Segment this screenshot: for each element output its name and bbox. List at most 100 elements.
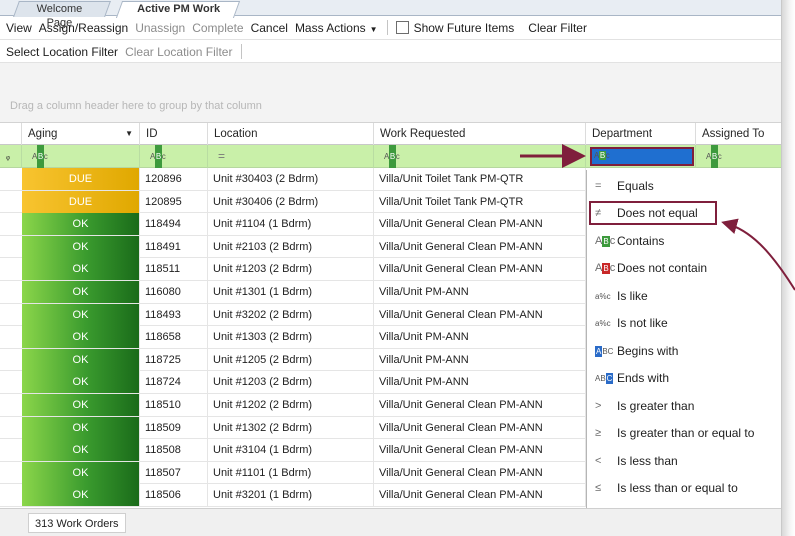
column-header-id[interactable]: ID [140, 123, 208, 145]
row-selector[interactable] [0, 417, 22, 439]
row-selector[interactable] [0, 439, 22, 461]
aging-filter-cell[interactable]: ABc [22, 145, 140, 168]
location-cell: Unit #1203 (2 Bdrm) [208, 371, 374, 394]
column-header-assigned-to[interactable]: Assigned To [696, 123, 781, 145]
equals-icon[interactable]: = [218, 149, 225, 163]
filter-operator-ends-with[interactable]: ABC Ends with [587, 365, 781, 393]
row-selector[interactable] [0, 281, 22, 303]
contains-icon[interactable]: ABc [32, 145, 48, 168]
row-selector[interactable] [0, 349, 22, 371]
table-row[interactable]: OK 118491 Unit #2103 (2 Bdrm) Villa/Unit Ge… [0, 235, 586, 259]
row-selector[interactable] [0, 191, 22, 213]
location-filter-cell[interactable]: = [208, 145, 374, 168]
table-row[interactable]: OK 118511 Unit #1203 (2 Bdrm) Villa/Unit Ge… [0, 258, 586, 281]
id-cell: 120896 [140, 168, 208, 190]
group-by-panel[interactable]: Drag a column header here to group by th… [0, 63, 781, 122]
sort-dropdown-icon[interactable]: ▼ [125, 123, 133, 145]
row-selector[interactable] [0, 462, 22, 484]
department-filter-input[interactable]: ABc [590, 147, 694, 166]
row-selector[interactable] [0, 213, 22, 235]
column-header-department[interactable]: Department [586, 123, 696, 145]
filter-operator-less-than[interactable]: < Is less than [587, 447, 781, 475]
table-row[interactable]: DUE 120896 Unit #30403 (2 Bdrm) Villa/Unit … [0, 168, 586, 191]
column-header-location[interactable]: Location [208, 123, 374, 145]
work-requested-cell: Villa/Unit General Clean PM-ANN [374, 394, 586, 416]
filter-operator-is-like[interactable]: a%c Is like [587, 282, 781, 310]
row-selector[interactable] [0, 236, 22, 258]
location-cell: Unit #3104 (1 Bdrm) [208, 439, 374, 462]
id-cell: 120895 [140, 190, 208, 213]
column-header-work-requested[interactable]: Work Requested [374, 123, 586, 145]
contains-icon[interactable]: ABc [384, 145, 400, 168]
window-shadow [782, 0, 795, 536]
assigned-to-filter-cell[interactable]: ABc [696, 145, 781, 168]
location-cell: Unit #3201 (1 Bdrm) [208, 484, 374, 507]
work-requested-cell: Villa/Unit PM-ANN [374, 326, 586, 349]
select-location-filter-button[interactable]: Select Location Filter [6, 45, 118, 59]
table-row[interactable]: OK 116080 Unit #1301 (1 Bdrm) Villa/Unit PM… [0, 281, 586, 304]
column-header-aging[interactable]: Aging ▼ [22, 123, 140, 145]
show-future-items-checkbox[interactable] [395, 21, 409, 34]
contains-icon[interactable]: ABc [706, 145, 722, 168]
contains-icon[interactable]: ABc [594, 151, 610, 160]
view-button[interactable]: View [6, 21, 32, 35]
filter-operator-contains[interactable]: ABc Contains [587, 227, 781, 255]
row-selector[interactable] [0, 371, 22, 393]
filter-operator-is-not-like[interactable]: a%c Is not like [587, 310, 781, 338]
location-cell: Unit #2103 (2 Bdrm) [208, 235, 374, 258]
filter-operator-less-equal[interactable]: ≤ Is less than or equal to [587, 475, 781, 503]
work-requested-filter-cell[interactable]: ABc [374, 145, 586, 168]
complete-button[interactable]: Complete [192, 21, 243, 35]
tab-welcome-page[interactable]: Welcome Page [13, 1, 111, 29]
column-header-label: Aging [28, 128, 58, 140]
work-requested-cell: Villa/Unit General Clean PM-ANN [374, 484, 586, 507]
contains-icon[interactable]: ABc [150, 145, 166, 168]
table-row[interactable]: OK 118725 Unit #1205 (2 Bdrm) Villa/Unit PM… [0, 348, 586, 372]
id-cell: 118491 [140, 235, 208, 258]
id-cell: 118507 [140, 461, 208, 484]
location-cell: Unit #1302 (2 Bdrm) [208, 416, 374, 439]
table-row[interactable]: OK 118724 Unit #1203 (2 Bdrm) Villa/Unit PM… [0, 371, 586, 394]
app-window: Welcome Page Active PM Work View Assign/… [0, 0, 782, 536]
row-selector[interactable] [0, 326, 22, 348]
table-row[interactable]: OK 118506 Unit #3201 (1 Bdrm) Villa/Unit Ge… [0, 484, 586, 507]
row-selector[interactable] [0, 394, 22, 416]
id-filter-cell[interactable]: ABc [140, 145, 208, 168]
row-selector[interactable] [0, 258, 22, 280]
table-row[interactable]: OK 118509 Unit #1302 (2 Bdrm) Villa/Unit Ge… [0, 416, 586, 440]
aging-cell: OK [22, 258, 140, 281]
table-row[interactable]: OK 118507 Unit #1101 (1 Bdrm) Villa/Unit Ge… [0, 461, 586, 485]
mass-actions-dropdown[interactable]: Mass Actions ▼ [295, 21, 378, 35]
table-row[interactable]: OK 118658 Unit #1303 (2 Bdrm) Villa/Unit PM… [0, 326, 586, 349]
work-requested-cell: Villa/Unit PM-ANN [374, 371, 586, 394]
aging-cell: OK [22, 303, 140, 326]
equals-icon: = [595, 179, 602, 192]
filter-operator-greater-than[interactable]: > Is greater than [587, 392, 781, 420]
filter-operator-does-not-contain[interactable]: ABc Does not contain [587, 255, 781, 283]
greater-than-icon: > [595, 399, 602, 412]
row-indicator-header [0, 123, 22, 145]
row-selector[interactable] [0, 484, 22, 506]
table-row[interactable]: OK 118510 Unit #1202 (2 Bdrm) Villa/Unit Ge… [0, 394, 586, 417]
row-selector[interactable] [0, 168, 22, 190]
show-future-items-label[interactable]: Show Future Items [414, 21, 515, 35]
unassign-button[interactable]: Unassign [135, 21, 185, 35]
filter-operator-begins-with[interactable]: ABC Begins with [587, 337, 781, 365]
filter-operator-equals[interactable]: = Equals [587, 172, 781, 200]
table-row[interactable]: OK 118494 Unit #1104 (1 Bdrm) Villa/Unit Ge… [0, 213, 586, 236]
clear-filter-button[interactable]: Clear Filter [528, 21, 587, 35]
toolbar-divider [386, 20, 388, 35]
table-row[interactable]: OK 118508 Unit #3104 (1 Bdrm) Villa/Unit Ge… [0, 439, 586, 462]
cancel-button[interactable]: Cancel [251, 21, 288, 35]
filter-operator-greater-equal[interactable]: ≥ Is greater than or equal to [587, 420, 781, 448]
row-selector[interactable] [0, 304, 22, 326]
table-row[interactable]: OK 118493 Unit #3202 (2 Bdrm) Villa/Unit Ge… [0, 303, 586, 327]
clear-location-filter-button[interactable]: Clear Location Filter [125, 45, 232, 59]
aging-cell: OK [22, 348, 140, 371]
assign-reassign-button[interactable]: Assign/Reassign [39, 21, 128, 35]
table-row[interactable]: DUE 120895 Unit #30406 (2 Bdrm) Villa/Unit … [0, 190, 586, 214]
id-cell: 118511 [140, 258, 208, 281]
location-cell: Unit #1101 (1 Bdrm) [208, 461, 374, 484]
filter-row: ᵩ ABc ABc = ABc ABc ABc [0, 145, 781, 168]
work-requested-cell: Villa/Unit General Clean PM-ANN [374, 213, 586, 236]
